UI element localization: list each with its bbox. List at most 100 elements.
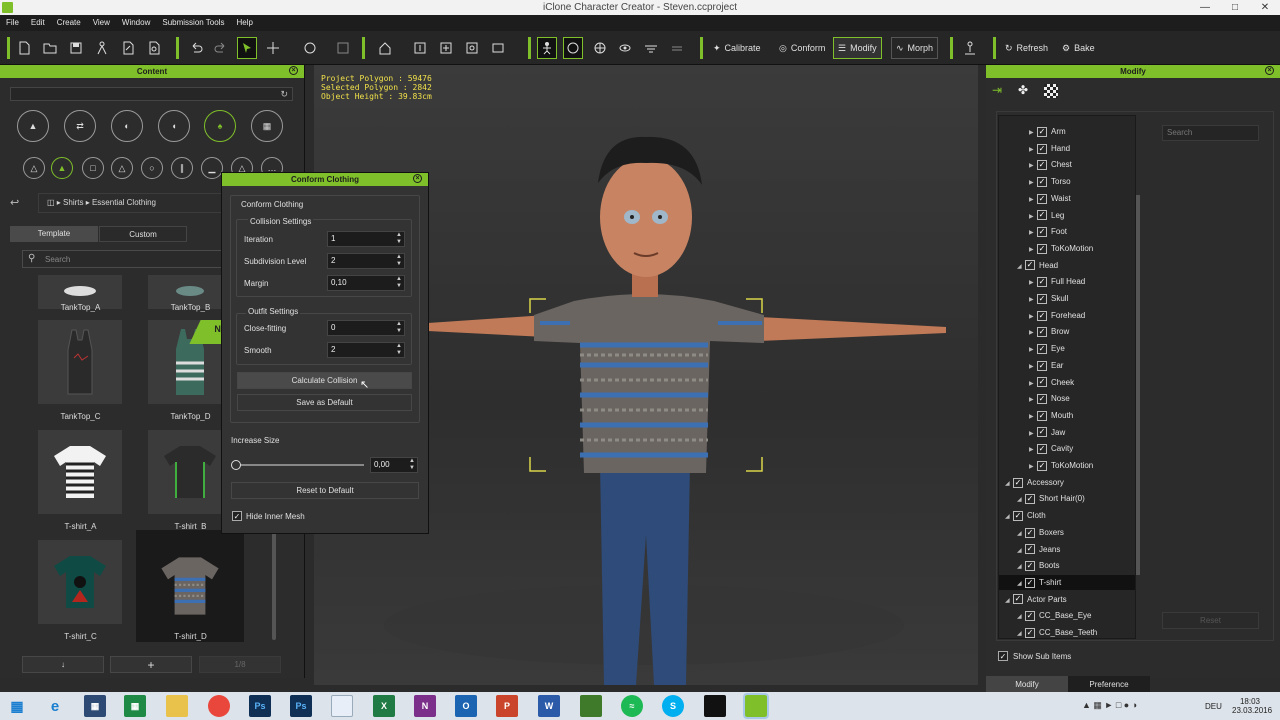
tree-item-cloth[interactable]: ◢ ✓ Cloth <box>999 508 1135 523</box>
tree-item-actor-parts[interactable]: ◢ ✓ Actor Parts <box>999 592 1135 609</box>
thumbnail-tshirt-a[interactable] <box>38 430 122 514</box>
tree-item-eye[interactable]: ▶ ✓ Eye <box>999 341 1135 358</box>
menu-file[interactable]: File <box>0 15 25 31</box>
refresh-icon[interactable]: ↻ <box>280 89 288 100</box>
smooth-input[interactable]: 2 ▲ ▼ <box>327 342 405 358</box>
character-creator-active-icon[interactable] <box>743 693 769 719</box>
tree-item-cc-base-teeth[interactable]: ◢ ✓ CC_Base_Teeth <box>999 625 1135 638</box>
tree-checkbox[interactable]: ✓ <box>1037 193 1047 204</box>
collapse-arrow-icon[interactable]: ◢ <box>1017 577 1025 592</box>
tree-checkbox[interactable]: ✓ <box>1013 510 1023 521</box>
pants-icon[interactable]: ∥ <box>171 157 193 179</box>
tree-checkbox[interactable]: ✓ <box>1037 160 1047 171</box>
spinner-arrows-icon[interactable]: ▲ ▼ <box>395 232 403 246</box>
expand-arrow-icon[interactable]: ▶ <box>1029 293 1037 308</box>
notepad-icon[interactable] <box>331 695 353 717</box>
zoom-fit-icon[interactable] <box>462 37 482 59</box>
tree-item-head[interactable]: ◢ ✓ Head <box>999 258 1135 273</box>
save-as-default-button[interactable]: Save as Default <box>237 394 412 411</box>
clock[interactable]: 18:03 23.03.2016 <box>1232 697 1272 715</box>
collapse-arrow-icon[interactable]: ◢ <box>1017 544 1025 559</box>
figure-icon[interactable] <box>537 37 557 59</box>
tray-icons[interactable]: ▲ ▦ ► □ ● ◑ <box>1082 700 1137 711</box>
chrome-icon[interactable] <box>208 695 230 717</box>
modify-button[interactable]: ☰ Modify <box>833 37 882 59</box>
word-icon[interactable]: W <box>538 695 560 717</box>
hat-icon[interactable]: △ <box>23 157 45 179</box>
menu-submission-tools[interactable]: Submission Tools <box>156 15 230 31</box>
texture-icon[interactable] <box>1044 84 1058 98</box>
tree-item-nose[interactable]: ▶ ✓ Nose <box>999 391 1135 406</box>
conform-button[interactable]: ◎ Conform <box>775 37 829 59</box>
collapse-arrow-icon[interactable]: ◢ <box>1017 610 1025 625</box>
pose-icon[interactable] <box>960 37 980 59</box>
hide-inner-mesh-checkbox[interactable]: ✓ <box>232 511 242 521</box>
tab-template[interactable]: Template <box>10 226 98 242</box>
breadcrumb-shirts[interactable]: Shirts <box>63 198 83 207</box>
breadcrumb-essential-clothing[interactable]: Essential Clothing <box>92 198 156 207</box>
shoes-icon[interactable]: ▁ <box>201 157 223 179</box>
export-fbx-icon[interactable] <box>144 37 164 59</box>
thumbnail-tshirt-c[interactable] <box>38 540 122 624</box>
iclone-icon[interactable] <box>580 695 602 717</box>
tree-item-skull[interactable]: ▶ ✓ Skull <box>999 291 1135 308</box>
photoshop-alt-icon[interactable]: Ps <box>290 695 312 717</box>
tree-checkbox[interactable]: ✓ <box>1025 494 1035 505</box>
tree-item-t-shirt[interactable]: ◢ ✓ T-shirt <box>999 574 1135 592</box>
tree-checkbox[interactable]: ✓ <box>1037 227 1047 238</box>
spinner-arrows-icon[interactable]: ▲ ▼ <box>395 343 403 357</box>
expand-arrow-icon[interactable]: ▶ <box>1029 310 1037 325</box>
tree-checkbox[interactable]: ✓ <box>1025 627 1035 638</box>
expand-arrow-icon[interactable]: ▶ <box>1029 176 1037 191</box>
accessory-category-icon[interactable]: ▦ <box>251 110 283 142</box>
tree-item-chest[interactable]: ▶ ✓ Chest <box>999 157 1135 172</box>
increase-size-slider[interactable] <box>236 464 364 466</box>
modify-search-input[interactable]: Search <box>1162 125 1259 141</box>
spinner-arrows-icon[interactable]: ▲ ▼ <box>408 458 416 472</box>
windows-start-icon[interactable]: ▦ <box>6 695 28 717</box>
tree-checkbox[interactable]: ✓ <box>1037 327 1047 338</box>
close-fitting-input[interactable]: 0 ▲ ▼ <box>327 320 405 336</box>
rotate-icon[interactable] <box>300 37 320 59</box>
bake-button[interactable]: ⚙ Bake <box>1058 37 1099 59</box>
tree-item-leg[interactable]: ▶ ✓ Leg <box>999 208 1135 223</box>
back-icon[interactable]: ↩ <box>10 196 19 209</box>
tree-checkbox[interactable]: ✓ <box>1025 577 1035 588</box>
menu-view[interactable]: View <box>87 15 116 31</box>
save-icon[interactable] <box>66 37 86 59</box>
tree-checkbox[interactable]: ✓ <box>1037 377 1047 388</box>
morph-tab-icon[interactable]: ✤ <box>1018 83 1028 97</box>
onenote-icon[interactable]: N <box>414 695 436 717</box>
head-category-icon[interactable]: ◖ <box>158 110 190 142</box>
tree-item-mouth[interactable]: ▶ ✓ Mouth <box>999 408 1135 425</box>
skirt-icon[interactable]: △ <box>111 157 133 179</box>
menu-edit[interactable]: Edit <box>25 15 51 31</box>
expand-arrow-icon[interactable]: ▶ <box>1029 410 1037 425</box>
tree-item-tokomotion[interactable]: ▶ ✓ ToKoMotion <box>999 458 1135 473</box>
tree-item-short-hair-0-[interactable]: ◢ ✓ Short Hair(0) <box>999 491 1135 506</box>
tree-item-arm[interactable]: ▶ ✓ Arm <box>999 124 1135 139</box>
tree-checkbox[interactable]: ✓ <box>1037 394 1047 405</box>
tree-checkbox[interactable]: ✓ <box>1025 611 1035 622</box>
head-icon[interactable] <box>563 37 583 59</box>
character-creator-icon[interactable] <box>704 695 726 717</box>
tree-item-waist[interactable]: ▶ ✓ Waist <box>999 191 1135 206</box>
tab-custom[interactable]: Custom <box>99 226 187 242</box>
expand-arrow-icon[interactable]: ▶ <box>1029 226 1037 241</box>
tree-item-forehead[interactable]: ▶ ✓ Forehead <box>999 308 1135 325</box>
skin-category-icon[interactable]: ◐ <box>111 110 143 142</box>
refresh-button[interactable]: ↻ Refresh <box>1001 37 1052 59</box>
reset-to-default-button[interactable]: Reset to Default <box>231 482 419 499</box>
collapse-arrow-icon[interactable]: ◢ <box>1005 477 1013 492</box>
tree-item-boots[interactable]: ◢ ✓ Boots <box>999 558 1135 573</box>
expand-arrow-icon[interactable]: ▶ <box>1029 343 1037 358</box>
tree-checkbox[interactable]: ✓ <box>1037 293 1047 304</box>
expand-arrow-icon[interactable]: ▶ <box>1029 243 1037 258</box>
menu-window[interactable]: Window <box>116 15 156 31</box>
character-export-icon[interactable] <box>92 37 112 59</box>
powerpoint-icon[interactable]: P <box>496 695 518 717</box>
collapse-arrow-icon[interactable]: ◢ <box>1005 594 1013 609</box>
tree-item-accessory[interactable]: ◢ ✓ Accessory <box>999 475 1135 492</box>
tree-checkbox[interactable]: ✓ <box>1037 427 1047 438</box>
tree-item-boxers[interactable]: ◢ ✓ Boxers <box>999 525 1135 540</box>
